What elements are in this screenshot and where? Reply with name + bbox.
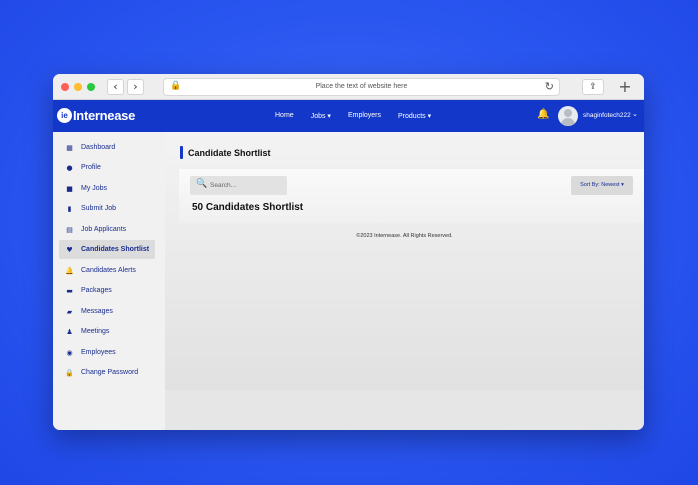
sidebar-item-label: Messages	[81, 308, 113, 315]
top-nav: Home Jobs ▾ Employers Products ▾	[275, 112, 448, 120]
search-icon: 🔍	[196, 179, 208, 189]
avatar-head	[564, 109, 572, 117]
app-header: ie Internease Home Jobs ▾ Employers Prod…	[53, 100, 644, 132]
sidebar-item-messages[interactable]: ▰ Messages	[59, 302, 155, 321]
sidebar-item-my-jobs[interactable]: ■ My Jobs	[59, 179, 155, 198]
briefcase-icon: ■	[66, 184, 73, 193]
sidebar-item-label: Meetings	[81, 328, 110, 335]
address-bar[interactable]: 🔒 Place the text of website here ↻	[163, 78, 560, 96]
dashboard-icon: ▦	[66, 143, 73, 152]
maximize-window-button[interactable]	[87, 83, 95, 91]
footer-copyright: ©2023 Internease. All Rights Reserved.	[356, 233, 453, 239]
minimize-window-button[interactable]	[74, 83, 82, 91]
bell-icon: 🔔	[65, 266, 74, 275]
sidebar-item-candidates-alerts[interactable]: 🔔 Candidates Alerts	[59, 261, 155, 280]
main-content: Candidate Shortlist 🔍 Sort By: Newest ▾ …	[165, 132, 644, 390]
sidebar-item-job-applicants[interactable]: ▤ Job Applicants	[59, 220, 155, 239]
package-icon: ▬	[66, 286, 73, 295]
sidebar: ▦ Dashboard ● Profile ■ My Jobs ▮ Submit Job…	[53, 132, 165, 430]
address-bar-text: Place the text of website here	[315, 83, 408, 90]
profile-icon: ●	[66, 163, 73, 172]
nav-jobs[interactable]: Jobs ▾	[311, 112, 331, 120]
browser-window: ‹ › 🔒 Place the text of website here ↻ ⇪…	[53, 74, 644, 430]
page-title-bar: Candidate Shortlist	[180, 146, 271, 159]
notification-bell-icon[interactable]: 🔔	[537, 109, 549, 120]
logo-mark: ie	[57, 108, 72, 123]
lock-icon: 🔒	[65, 368, 74, 377]
sidebar-item-profile[interactable]: ● Profile	[59, 158, 155, 177]
plus-icon: +	[618, 77, 632, 96]
sidebar-item-label: Candidates Shortlist	[81, 246, 150, 253]
sidebar-item-label: Change Password	[81, 369, 139, 376]
shortlist-count-heading: 50 Candidates Shortlist	[192, 202, 304, 213]
chevron-down-icon[interactable]: ⌄	[632, 110, 638, 118]
sidebar-item-label: Job Applicants	[81, 226, 127, 233]
avatar-body	[561, 118, 575, 126]
brand-logo[interactable]: ie Internease	[57, 108, 135, 123]
sidebar-item-dashboard[interactable]: ▦ Dashboard	[59, 138, 155, 157]
browser-toolbar: ‹ › 🔒 Place the text of website here ↻ ⇪…	[53, 74, 644, 100]
search-box[interactable]: 🔍	[190, 176, 287, 195]
nav-products[interactable]: Products ▾	[398, 112, 431, 120]
reload-icon[interactable]: ↻	[545, 80, 554, 93]
logo-text: Internease	[73, 108, 136, 123]
sidebar-item-meetings[interactable]: ♟ Meetings	[59, 322, 155, 341]
sidebar-item-label: Dashboard	[81, 144, 116, 151]
page-title: Candidate Shortlist	[188, 147, 271, 158]
share-icon: ⇪	[589, 82, 597, 92]
sidebar-item-employees[interactable]: ◉ Employees	[59, 343, 155, 362]
sidebar-item-label: My Jobs	[81, 185, 108, 192]
search-input[interactable]	[210, 180, 282, 191]
sidebar-item-packages[interactable]: ▬ Packages	[59, 281, 155, 300]
close-window-button[interactable]	[61, 83, 69, 91]
title-accent-bar	[180, 146, 183, 159]
back-button[interactable]: ‹	[107, 79, 124, 95]
sort-dropdown[interactable]: Sort By: Newest ▾	[571, 176, 633, 195]
heart-icon: ♥	[66, 245, 73, 254]
share-button[interactable]: ⇪	[582, 79, 604, 95]
employees-icon: ◉	[66, 348, 73, 357]
sidebar-item-label: Packages	[81, 287, 112, 294]
nav-employers[interactable]: Employers	[348, 112, 381, 120]
nav-home[interactable]: Home	[275, 112, 294, 120]
chevron-right-icon: ›	[133, 80, 138, 93]
document-icon: ▮	[67, 204, 72, 213]
message-icon: ▰	[66, 307, 73, 316]
chevron-left-icon: ‹	[113, 80, 118, 93]
sidebar-item-submit-job[interactable]: ▮ Submit Job	[59, 199, 155, 218]
sidebar-item-label: Profile	[81, 164, 101, 171]
sidebar-item-label: Submit Job	[81, 205, 117, 212]
username[interactable]: shaginfotech222	[583, 112, 631, 119]
sidebar-item-label: Candidates Alerts	[81, 267, 136, 274]
sidebar-item-label: Employees	[81, 349, 116, 356]
shortlist-card: 🔍 Sort By: Newest ▾ 50 Candidates Shortl…	[179, 169, 644, 223]
new-tab-button[interactable]: +	[614, 77, 636, 97]
clipboard-icon: ▤	[66, 225, 73, 234]
sidebar-item-change-password[interactable]: 🔒 Change Password	[59, 363, 155, 382]
forward-button[interactable]: ›	[127, 79, 144, 95]
avatar[interactable]	[558, 106, 578, 126]
sidebar-item-candidates-shortlist[interactable]: ♥ Candidates Shortlist	[59, 240, 155, 259]
meetings-icon: ♟	[66, 327, 73, 336]
